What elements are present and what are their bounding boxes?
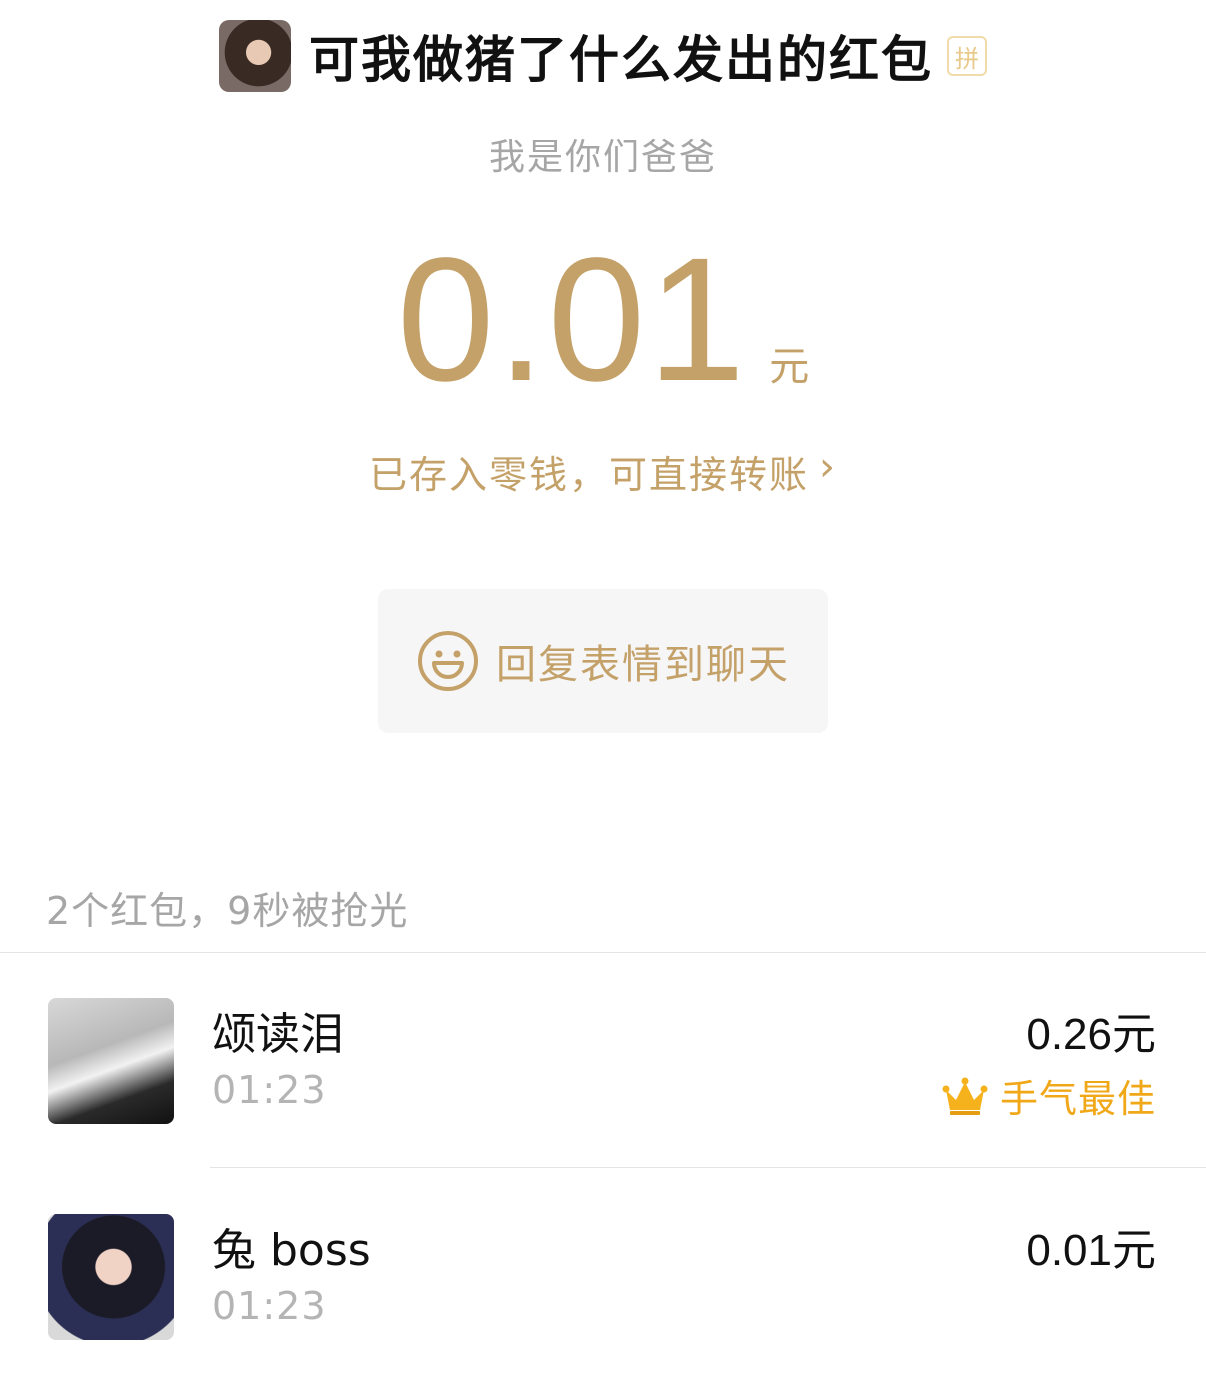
stored-label: 已存入零钱，可直接转账 [368, 453, 809, 497]
recipient-amount-unit: 元 [1112, 1009, 1156, 1060]
best-luck-label: 手气最佳 [999, 1077, 1156, 1121]
amount-display: 0.01 元 [0, 232, 1206, 408]
recipient-amount: 0.26元 [1026, 998, 1156, 1062]
recipient-time: 01:23 [212, 1068, 327, 1112]
amount-value: 0.01 [396, 222, 748, 418]
smile-icon [418, 631, 478, 691]
divider [0, 952, 1206, 953]
avatar[interactable] [48, 1214, 174, 1340]
page-title: 可我做猪了什么发出的红包 [309, 31, 933, 89]
recipient-amount-value: 0.26 [1026, 1010, 1112, 1059]
best-luck-badge: 手气最佳 [942, 1068, 1156, 1123]
recipient-name: 兔 boss [212, 1225, 371, 1276]
stored-link[interactable]: 已存入零钱，可直接转账 › [0, 444, 1206, 499]
pin-badge: 拼 [947, 36, 987, 76]
list-item[interactable]: 颂读泪 01:23 0.26元 手气最佳 [0, 998, 1206, 1138]
divider [210, 1167, 1206, 1168]
recipient-time: 01:23 [212, 1284, 327, 1328]
summary-text: 2个红包，9秒被抢光 [46, 889, 409, 933]
recipient-name: 颂读泪 [212, 1009, 344, 1060]
avatar[interactable] [48, 998, 174, 1124]
crown-icon [942, 1077, 988, 1115]
reply-sticker-button[interactable]: 回复表情到聊天 [378, 589, 828, 733]
list-item[interactable]: 兔 boss 01:23 0.01元 [0, 1214, 1206, 1354]
recipient-amount: 0.01元 [1026, 1214, 1156, 1278]
blessing-text: 我是你们爸爸 [488, 137, 717, 178]
recipient-amount-value: 0.01 [1026, 1226, 1112, 1275]
chevron-right-icon: › [819, 444, 837, 490]
header: 可我做猪了什么发出的红包 拼 [0, 20, 1206, 92]
amount-unit: 元 [769, 344, 810, 390]
recipient-amount-unit: 元 [1112, 1225, 1156, 1276]
sender-avatar[interactable] [219, 20, 291, 92]
reply-button-label: 回复表情到聊天 [496, 642, 790, 688]
